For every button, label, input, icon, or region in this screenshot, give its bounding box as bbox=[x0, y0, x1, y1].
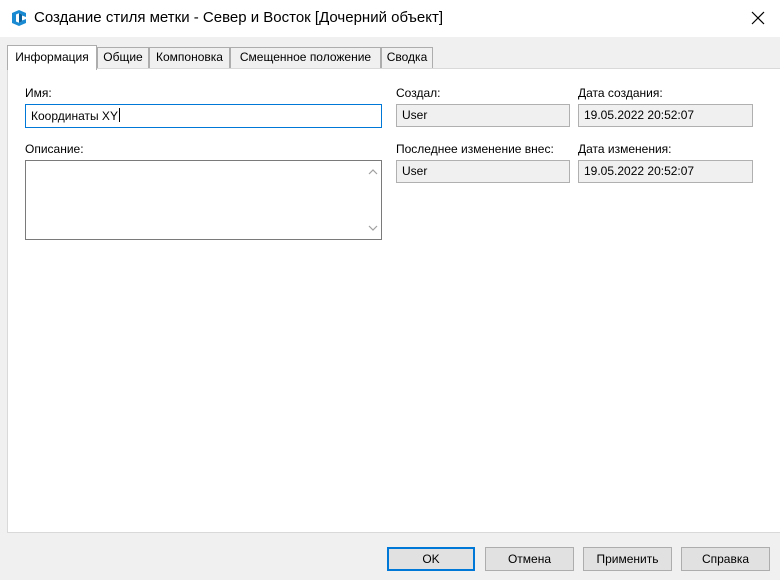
created-by-field: User bbox=[396, 104, 570, 127]
information-panel bbox=[7, 68, 780, 533]
modified-date-label: Дата изменения: bbox=[578, 142, 672, 156]
description-textarea[interactable] bbox=[25, 160, 382, 240]
scroll-up-icon[interactable] bbox=[368, 169, 378, 175]
window-title: Создание стиля метки - Север и Восток [Д… bbox=[34, 9, 444, 26]
modified-by-field: User bbox=[396, 160, 570, 183]
close-button[interactable] bbox=[736, 0, 780, 36]
modified-date-field: 19.05.2022 20:52:07 bbox=[578, 160, 753, 183]
tab-strip: Информация Общие Компоновка Смещенное по… bbox=[7, 45, 780, 70]
tab-layout[interactable]: Компоновка bbox=[149, 47, 230, 68]
scroll-down-icon[interactable] bbox=[368, 225, 378, 231]
modified-by-label: Последнее изменение внес: bbox=[396, 142, 554, 156]
name-input[interactable]: Координаты XY bbox=[25, 104, 382, 128]
close-icon bbox=[751, 11, 765, 25]
text-caret bbox=[118, 108, 120, 122]
name-input-value: Координаты XY bbox=[31, 109, 118, 123]
tab-summary[interactable]: Сводка bbox=[381, 47, 433, 68]
cancel-button[interactable]: Отмена bbox=[485, 547, 574, 571]
description-label: Описание: bbox=[25, 142, 84, 156]
tab-information[interactable]: Информация bbox=[7, 45, 97, 70]
created-date-label: Дата создания: bbox=[578, 86, 663, 100]
tab-offset-position[interactable]: Смещенное положение bbox=[230, 47, 381, 68]
created-by-label: Создал: bbox=[396, 86, 441, 100]
ok-button[interactable]: OK bbox=[387, 547, 475, 571]
description-scrollbar[interactable] bbox=[364, 161, 381, 239]
created-date-field: 19.05.2022 20:52:07 bbox=[578, 104, 753, 127]
help-button[interactable]: Справка bbox=[681, 547, 770, 571]
apply-button[interactable]: Применить bbox=[583, 547, 672, 571]
name-label: Имя: bbox=[25, 86, 52, 100]
tab-general[interactable]: Общие bbox=[97, 47, 149, 68]
civil3d-logo-icon bbox=[12, 10, 26, 26]
title-bar: Создание стиля метки - Север и Восток [Д… bbox=[0, 0, 780, 37]
